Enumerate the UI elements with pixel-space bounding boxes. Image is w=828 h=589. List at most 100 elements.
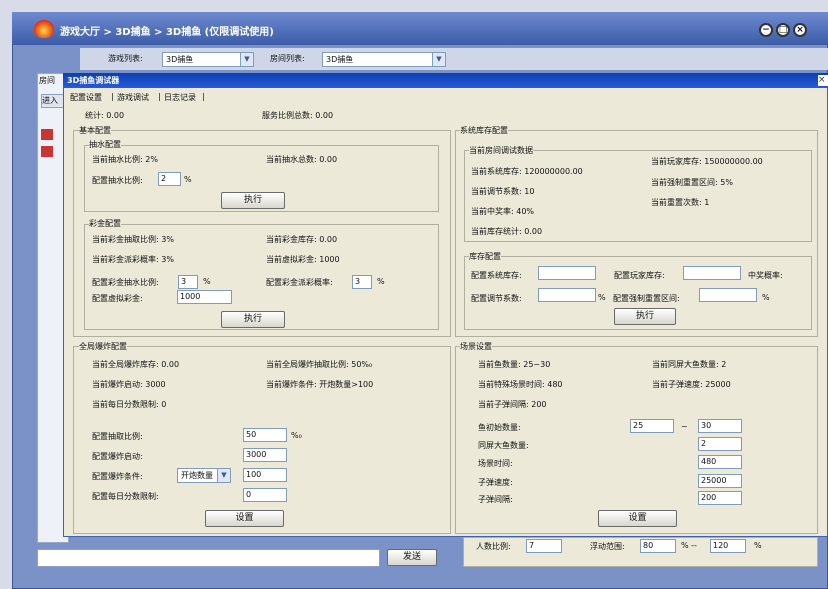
enter-button[interactable]: 进入	[41, 94, 65, 108]
jackpot-exec-button[interactable]: 执行	[221, 311, 285, 328]
send-button[interactable]: 发送	[387, 549, 437, 566]
pump-ratio-input[interactable]: 2	[158, 172, 181, 186]
debugger-titlebar: 3D捕鱼调试器	[63, 73, 828, 88]
stats-text: 统计: 0.00	[85, 111, 125, 120]
big-fish-input[interactable]: 2	[698, 437, 742, 451]
room-list-label: 房间列表:	[270, 54, 305, 63]
room-label: 房间	[39, 76, 55, 85]
scene-set-button[interactable]: 设置	[598, 510, 677, 527]
adjust-text: 当前调节系数: 10	[471, 187, 535, 196]
jackpot-cfg-rate-label: 配置彩金派彩概率:	[266, 278, 333, 287]
chat-input[interactable]	[37, 549, 380, 567]
float-label: 浮动范围:	[590, 542, 625, 551]
room-debug-title: 当前房间调试数据	[469, 145, 533, 156]
explode-cur-limit: 当前每日分数限制: 0	[92, 400, 167, 409]
scene-title: 场景设置	[460, 341, 492, 352]
sys-stock-label: 配置系统库存:	[471, 271, 522, 280]
bullet-speed-text: 当前子弹速度: 25000	[652, 380, 731, 389]
minimize-icon[interactable]: −	[759, 23, 773, 37]
basic-config-title: 基本配置	[79, 125, 111, 136]
extra-config-row: 人数比例: 7 浮动范围: 80 % -- 120 %	[463, 537, 818, 567]
win-rate-label: 中奖概率:	[748, 271, 783, 280]
unit-label: %	[598, 293, 606, 302]
explode-cond-input[interactable]: 100	[243, 468, 287, 482]
stock-cfg-title: 库存配置	[469, 251, 501, 262]
explode-ratio-input[interactable]: 50	[243, 428, 287, 442]
unit-label: %	[203, 277, 211, 286]
scene-time-label: 场景时间:	[478, 459, 513, 468]
tab-divider: |	[202, 92, 205, 101]
special-time-text: 当前特殊场景时间: 480	[478, 380, 563, 389]
stock-exec-button[interactable]: 执行	[614, 308, 676, 325]
explode-cur-start: 当前爆炸启动: 3000	[92, 380, 166, 389]
game-list-select[interactable]: 3D捕鱼 ▼	[162, 52, 254, 67]
room-icon[interactable]	[41, 146, 53, 157]
explode-cond-select[interactable]: 开炮数量 ▼	[177, 468, 231, 483]
close-icon[interactable]: ×	[793, 23, 807, 37]
fish-count-text: 当前鱼数量: 25~30	[478, 360, 551, 369]
explode-cond-label: 配置爆炸条件:	[92, 472, 143, 481]
explode-start-label: 配置爆炸启动:	[92, 452, 143, 461]
big-fish-text: 当前同屏大鱼数量: 2	[652, 360, 727, 369]
unit-label: %	[762, 293, 770, 302]
bullet-speed-input[interactable]: 25000	[698, 474, 742, 488]
game-list-label: 游戏列表:	[108, 54, 143, 63]
pump-exec-button[interactable]: 执行	[221, 192, 285, 209]
adjust-input[interactable]	[538, 288, 596, 302]
float-sep: % --	[681, 541, 697, 550]
float-min-input[interactable]: 80	[640, 539, 676, 553]
explode-start-input[interactable]: 3000	[243, 448, 287, 462]
jackpot-cfg-ratio-label: 配置彩金抽水比例:	[92, 278, 159, 287]
player-stock-text: 当前玩家库存: 150000000.00	[651, 157, 763, 166]
chevron-down-icon: ▼	[432, 53, 445, 66]
explode-cur-cond: 当前爆炸条件: 开炮数量>100	[266, 380, 374, 389]
service-ratio-text: 服务比例总数: 0.00	[262, 111, 334, 120]
chevron-down-icon: ▼	[240, 53, 253, 66]
explode-set-button[interactable]: 设置	[205, 510, 284, 527]
unit-label: %	[184, 175, 192, 184]
window-titlebar: 游戏大厅 > 3D捕鱼 > 3D捕鱼 (仅限调试使用)	[12, 12, 828, 45]
sys-stock-input[interactable]	[538, 266, 596, 280]
chevron-down-icon: ▼	[217, 469, 230, 482]
ratio-input[interactable]: 7	[526, 539, 562, 553]
unit-label: %	[377, 277, 385, 286]
jackpot-ratio-input[interactable]: 3	[178, 275, 198, 289]
unit-label: %	[754, 541, 762, 550]
stock-stat-text: 当前库存统计: 0.00	[471, 227, 543, 236]
explode-limit-label: 配置每日分数限制:	[92, 492, 159, 501]
room-icon[interactable]	[41, 129, 53, 140]
jackpot-cur-stock: 当前彩金库存: 0.00	[266, 235, 338, 244]
stock-config-title: 系统库存配置	[460, 125, 508, 136]
tab-log[interactable]: 日志记录	[164, 92, 196, 103]
jackpot-virtual-input[interactable]: 1000	[177, 290, 232, 304]
adjust-label: 配置调节系数:	[471, 294, 522, 303]
ratio-label: 人数比例:	[476, 542, 511, 551]
reset-range-label: 配置强制重置区间:	[613, 294, 680, 303]
tab-divider: |	[158, 92, 161, 101]
reset-range-input[interactable]	[699, 288, 757, 302]
restore-icon[interactable]: □	[776, 23, 790, 37]
jackpot-title: 彩金配置	[89, 218, 121, 229]
jackpot-cur-rate: 当前彩金派彩概率: 3%	[92, 255, 174, 264]
bullet-interval-text: 当前子弹间隔: 200	[478, 400, 547, 409]
scene-time-input[interactable]: 480	[698, 455, 742, 469]
jackpot-rate-input[interactable]: 3	[352, 275, 372, 289]
big-fish-label: 同屏大鱼数量:	[478, 441, 529, 450]
bullet-interval-input[interactable]: 200	[698, 491, 742, 505]
float-max-input[interactable]: 120	[710, 539, 746, 553]
player-stock-input[interactable]	[683, 266, 741, 280]
room-list-select[interactable]: 3D捕鱼 ▼	[322, 52, 446, 67]
pump-cur-ratio: 当前抽水比例: 2%	[92, 155, 158, 164]
init-fish-max-input[interactable]: 30	[698, 419, 742, 433]
tab-config[interactable]: 配置设置	[70, 92, 102, 103]
pump-cfg-label: 配置抽水比例:	[92, 176, 143, 185]
reset-range-text: 当前强制重置区间: 5%	[651, 178, 733, 187]
init-fish-min-input[interactable]: 25	[630, 419, 674, 433]
explode-limit-input[interactable]: 0	[243, 488, 287, 502]
tab-game-debug[interactable]: 游戏调试	[117, 92, 149, 103]
explode-ratio-label: 配置抽取比例:	[92, 432, 143, 441]
window-title: 游戏大厅 > 3D捕鱼 > 3D捕鱼 (仅限调试使用)	[60, 27, 274, 38]
reset-count-text: 当前重置次数: 1	[651, 198, 710, 207]
explode-title: 全局爆炸配置	[79, 341, 127, 352]
dialog-close-icon[interactable]: ×	[818, 75, 828, 86]
